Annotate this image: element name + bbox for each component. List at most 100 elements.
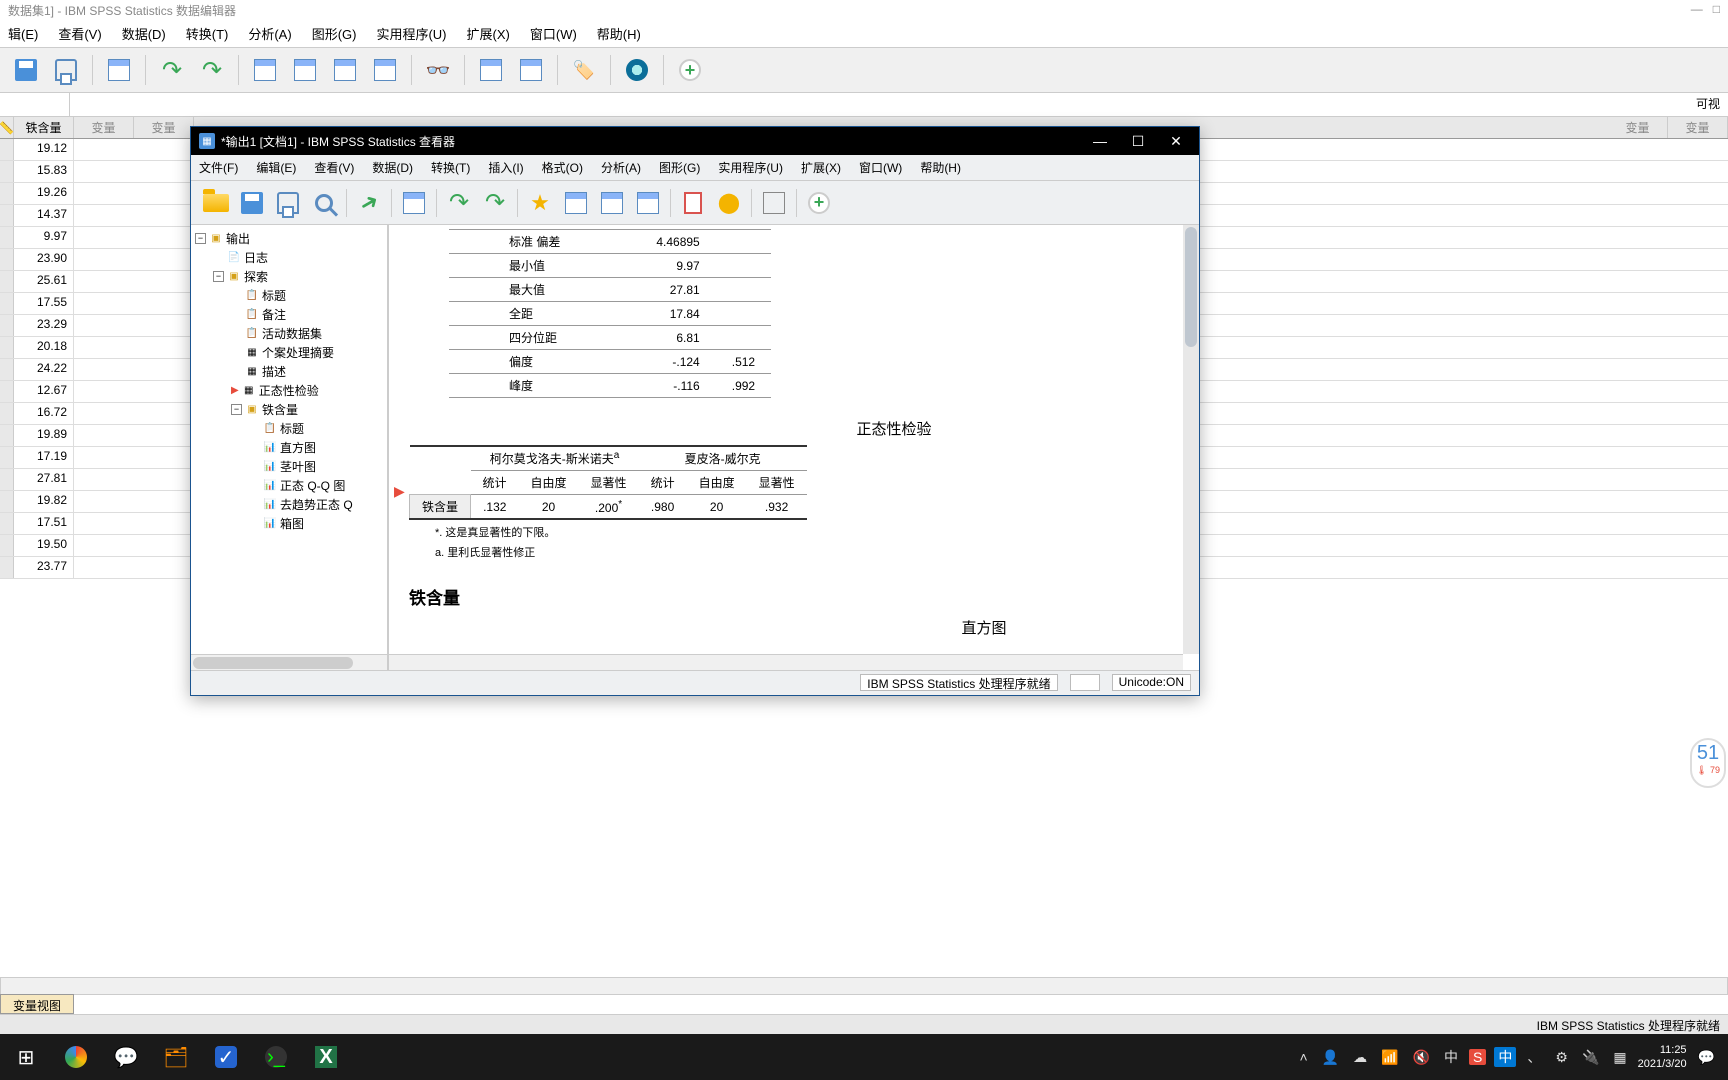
row-header[interactable] <box>0 557 14 578</box>
data-cell[interactable]: 20.18 <box>14 337 74 358</box>
data-cell[interactable]: 24.22 <box>14 359 74 380</box>
menu-edit[interactable]: 辑(E) <box>4 22 42 45</box>
data-cell[interactable]: 15.83 <box>14 161 74 182</box>
col-header-empty[interactable]: 变量 <box>1668 117 1728 138</box>
goto-case-icon[interactable] <box>247 52 283 88</box>
undo-icon[interactable]: ↶ <box>442 186 476 220</box>
row-header[interactable] <box>0 139 14 160</box>
tree-title[interactable]: 标题 <box>262 287 286 304</box>
add-icon[interactable] <box>802 186 836 220</box>
onedrive-icon[interactable]: ☁ <box>1350 1049 1370 1066</box>
data-cell[interactable]: 17.19 <box>14 447 74 468</box>
menu-graphs[interactable]: 图形(G) <box>308 22 361 45</box>
show-all-icon[interactable] <box>619 52 655 88</box>
tree-case-summary[interactable]: 个案处理摘要 <box>262 344 334 361</box>
tree-boxplot[interactable]: 箱图 <box>280 515 304 532</box>
row-header[interactable] <box>0 469 14 490</box>
data-cell[interactable]: 27.81 <box>14 469 74 490</box>
outline-tree[interactable]: −▣输出 📄日志 −▣探索 📋标题 📋备注 📋活动数据集 ▦个案处理摘要 ▦描述… <box>191 225 389 670</box>
redo-icon[interactable]: ↷ <box>478 186 512 220</box>
row-header[interactable] <box>0 183 14 204</box>
undo-icon[interactable]: ↶ <box>154 52 190 88</box>
ime-box-icon[interactable]: 中 <box>1494 1047 1516 1067</box>
chrome-icon[interactable] <box>52 1037 100 1077</box>
print-icon[interactable] <box>271 186 305 220</box>
col-header-var1[interactable]: 铁含量 <box>14 117 74 138</box>
grid-icon[interactable]: ▦ <box>1610 1049 1629 1066</box>
data-cell[interactable]: 23.90 <box>14 249 74 270</box>
close-button[interactable]: ✕ <box>1153 127 1199 155</box>
viewer-titlebar[interactable]: ▦ *输出1 [文档1] - IBM SPSS Statistics 查看器 —… <box>191 127 1199 155</box>
save-icon[interactable] <box>8 52 44 88</box>
horizontal-scrollbar[interactable] <box>0 977 1728 995</box>
data-cell[interactable]: 19.82 <box>14 491 74 512</box>
tree-normality[interactable]: 正态性检验 <box>259 382 319 399</box>
run-descriptives-icon[interactable] <box>367 52 403 88</box>
value-labels-icon[interactable] <box>513 52 549 88</box>
tree-log[interactable]: 日志 <box>244 249 268 266</box>
designate-window-icon[interactable]: ⬤ <box>712 186 746 220</box>
tree-active-dataset[interactable]: 活动数据集 <box>262 325 322 342</box>
dialog-recall-icon[interactable] <box>397 186 431 220</box>
wechat-icon[interactable]: 💬 <box>102 1037 150 1077</box>
menu-utilities[interactable]: 实用程序(U) <box>372 22 450 45</box>
menu-view[interactable]: 查看(V) <box>54 22 105 45</box>
data-cell[interactable]: 23.29 <box>14 315 74 336</box>
clock[interactable]: 11:25 2021/3/20 <box>1638 1043 1687 1072</box>
menu-help[interactable]: 帮助(H) <box>593 22 645 45</box>
vmenu-edit[interactable]: 编辑(E) <box>252 157 300 178</box>
horizontal-scrollbar[interactable] <box>389 654 1183 670</box>
vmenu-utilities[interactable]: 实用程序(U) <box>714 157 787 178</box>
menu-window[interactable]: 窗口(W) <box>526 22 581 45</box>
tree-output[interactable]: 输出 <box>226 230 250 247</box>
volume-icon[interactable]: 🔇 <box>1410 1049 1433 1066</box>
terminal-icon[interactable]: ›_ <box>252 1037 300 1077</box>
row-header[interactable] <box>0 337 14 358</box>
print-icon[interactable] <box>48 52 84 88</box>
tree-subtitle[interactable]: 标题 <box>280 420 304 437</box>
row-header[interactable] <box>0 161 14 182</box>
wifi-icon[interactable]: 📶 <box>1378 1049 1401 1066</box>
start-button[interactable]: ⊞ <box>2 1037 50 1077</box>
open-icon[interactable] <box>199 186 233 220</box>
row-header[interactable] <box>0 249 14 270</box>
people-icon[interactable]: 👤 <box>1319 1049 1342 1066</box>
data-cell[interactable]: 12.67 <box>14 381 74 402</box>
select-cases-icon[interactable] <box>473 52 509 88</box>
vmenu-transform[interactable]: 转换(T) <box>427 157 474 178</box>
output-content[interactable]: 标准 偏差4.46895 最小值9.97 最大值27.81 全距17.84 四分… <box>389 225 1199 670</box>
row-header[interactable] <box>0 359 14 380</box>
tree-descriptives[interactable]: 描述 <box>262 363 286 380</box>
network-icon[interactable]: 🔌 <box>1579 1049 1602 1066</box>
row-header[interactable] <box>0 381 14 402</box>
export-icon[interactable]: ➜ <box>352 186 386 220</box>
sogou-icon[interactable]: S <box>1469 1049 1486 1065</box>
menu-analyze[interactable]: 分析(A) <box>244 22 295 45</box>
battery-icon[interactable]: ⚙ <box>1552 1049 1571 1066</box>
data-cell[interactable]: 17.55 <box>14 293 74 314</box>
recycle-icon[interactable]: 🗂 <box>152 1037 200 1077</box>
tree-notes[interactable]: 备注 <box>262 306 286 323</box>
tree-horizontal-scrollbar[interactable] <box>191 654 387 670</box>
vmenu-format[interactable]: 格式(O) <box>538 157 587 178</box>
use-sets-icon[interactable]: 🏷️ <box>566 52 602 88</box>
data-cell[interactable]: 19.89 <box>14 425 74 446</box>
row-header[interactable] <box>0 271 14 292</box>
tree-collapse-icon[interactable]: − <box>231 404 242 415</box>
row-header[interactable] <box>0 293 14 314</box>
tree-stemleaf[interactable]: 茎叶图 <box>280 458 316 475</box>
tree-histogram[interactable]: 直方图 <box>280 439 316 456</box>
excel-icon[interactable]: X <box>302 1037 350 1077</box>
select-last-output-icon[interactable] <box>676 186 710 220</box>
variable-view-tab[interactable]: 变量视图 <box>0 994 74 1014</box>
vertical-scrollbar[interactable] <box>1183 225 1199 654</box>
tree-detrended-qq[interactable]: 去趋势正态 Q <box>280 496 353 513</box>
col-header-empty[interactable]: 变量 <box>1608 117 1668 138</box>
data-cell[interactable]: 19.12 <box>14 139 74 160</box>
todo-icon[interactable]: ✓ <box>202 1037 250 1077</box>
row-header[interactable] <box>0 447 14 468</box>
row-header[interactable] <box>0 205 14 226</box>
vmenu-graphs[interactable]: 图形(G) <box>655 157 704 178</box>
data-cell[interactable]: 9.97 <box>14 227 74 248</box>
ime-indicator[interactable]: 中 <box>1441 1047 1461 1067</box>
